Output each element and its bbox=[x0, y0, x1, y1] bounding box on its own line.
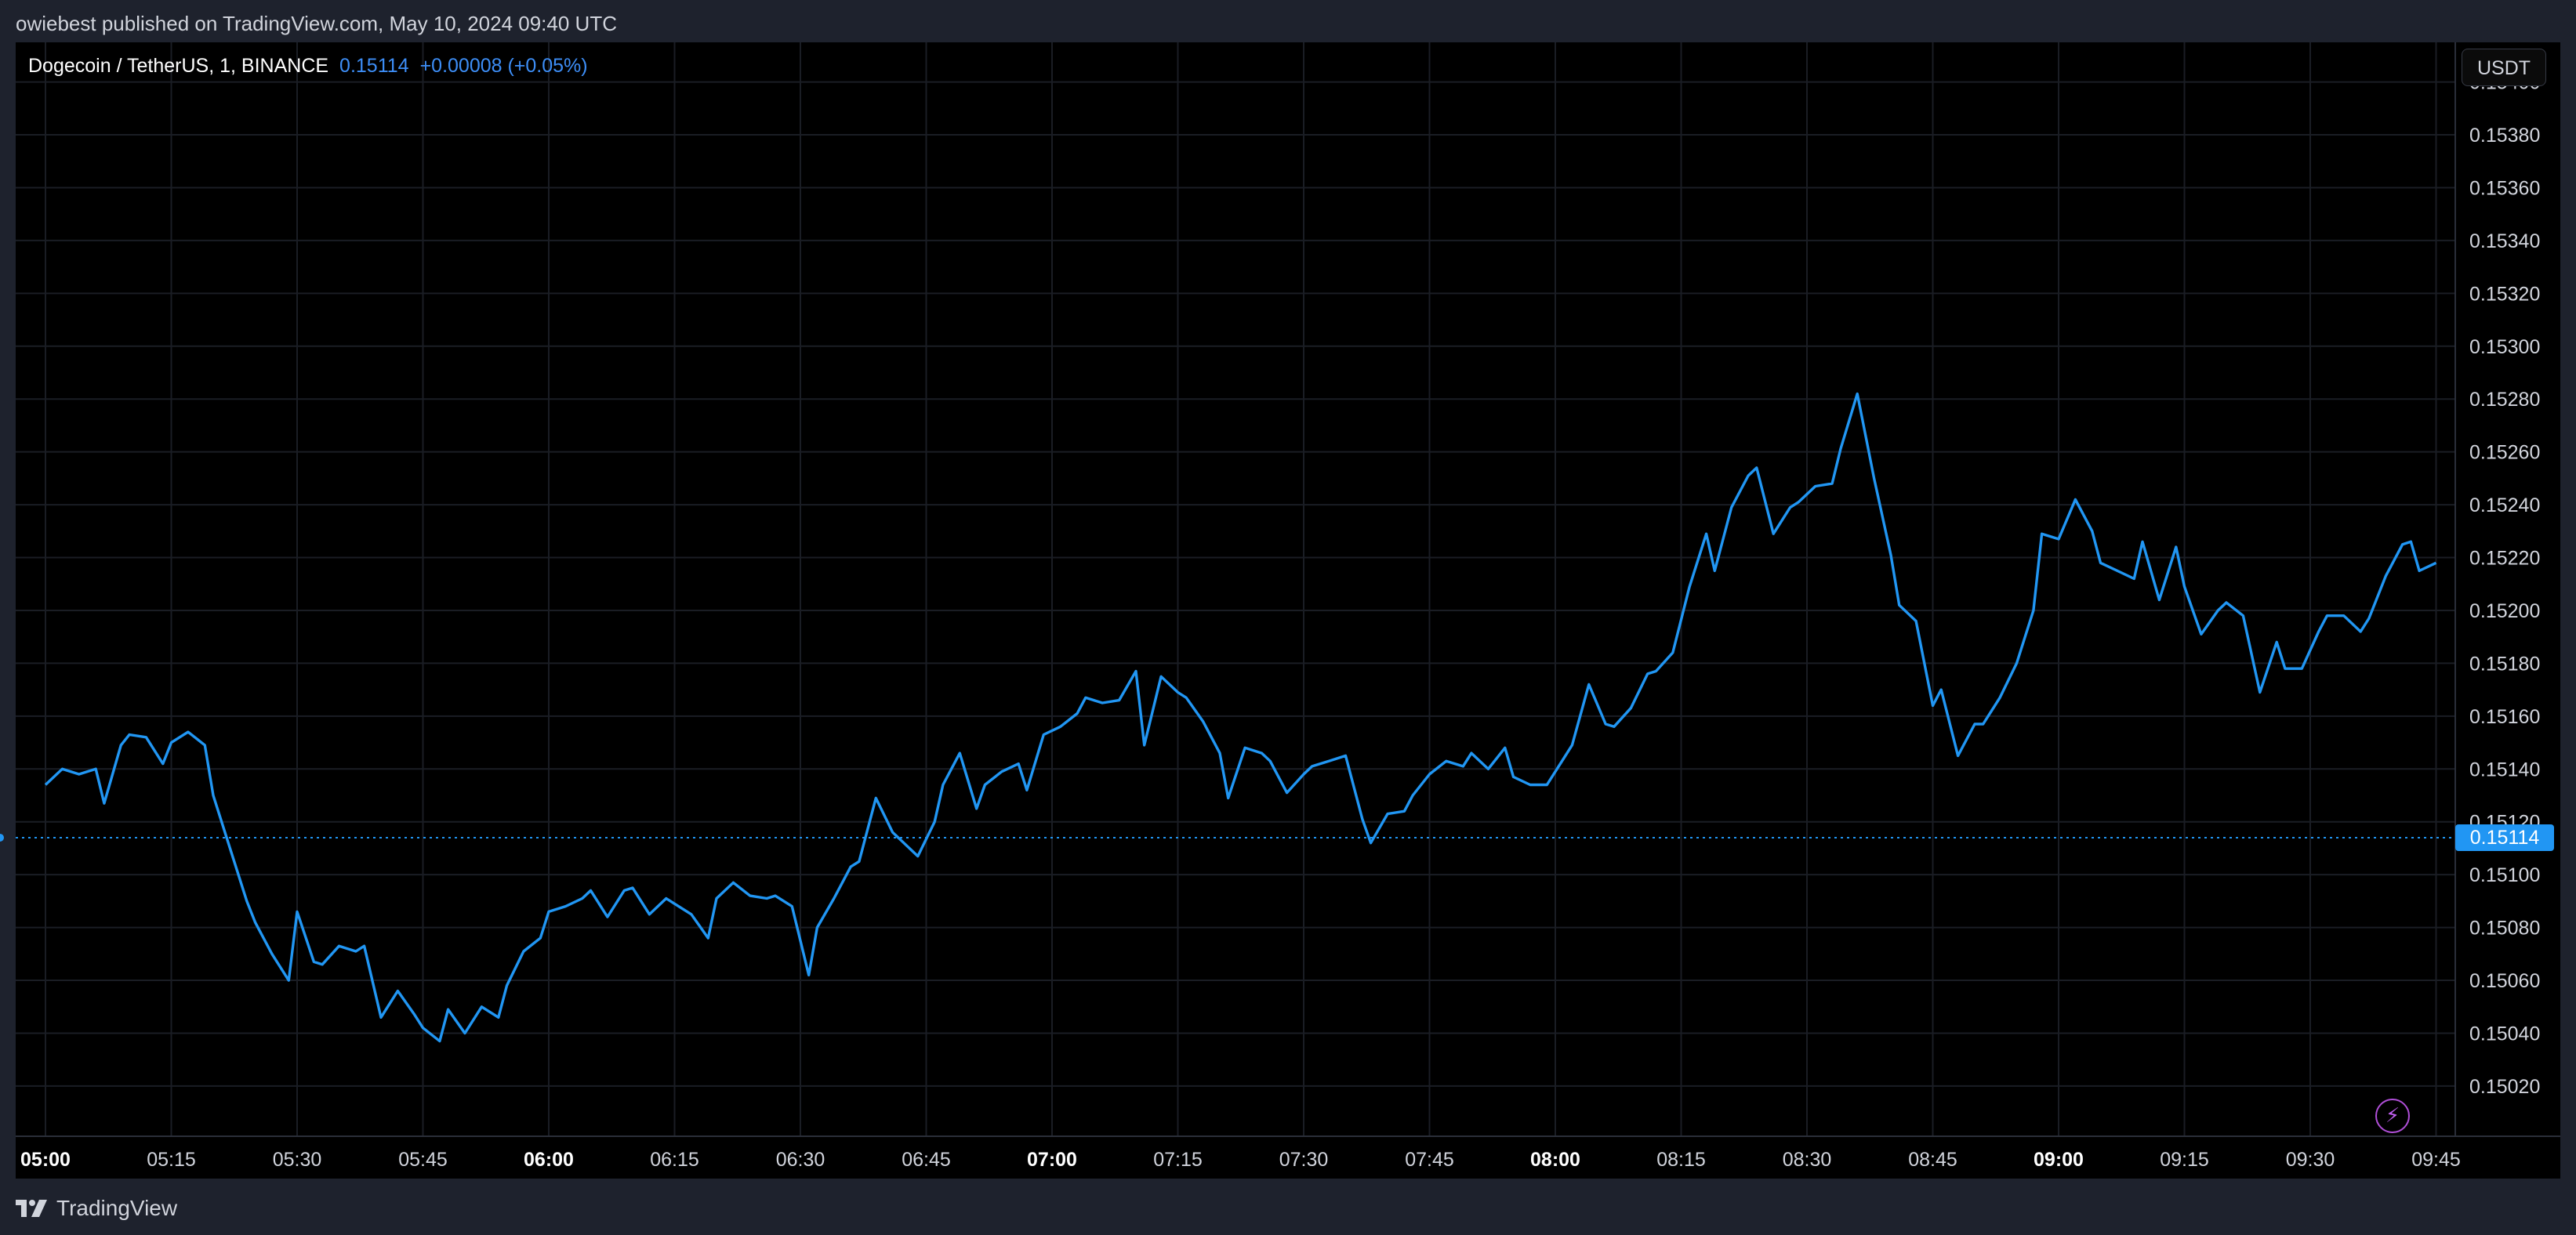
time-tick-label: 05:30 bbox=[273, 1149, 322, 1171]
last-price-label: 0.15114 bbox=[2455, 824, 2554, 851]
time-tick-label: 09:30 bbox=[2286, 1149, 2335, 1171]
price-tick-label: 0.15060 bbox=[2469, 970, 2540, 992]
price-tick-label: 0.15180 bbox=[2469, 653, 2540, 675]
footer-bar: TradingView bbox=[0, 1179, 2576, 1235]
price-chart[interactable]: 0.154000.153800.153600.153400.153200.153… bbox=[0, 0, 2576, 1235]
price-tick-label: 0.15260 bbox=[2469, 442, 2540, 464]
time-tick-label: 09:45 bbox=[2411, 1149, 2461, 1171]
time-tick-label: 08:15 bbox=[1656, 1149, 1706, 1171]
lightning-icon[interactable]: ⚡︎ bbox=[2375, 1099, 2410, 1133]
price-tick-label: 0.15140 bbox=[2469, 759, 2540, 780]
time-tick-label: 06:45 bbox=[902, 1149, 951, 1171]
time-tick-label: 05:15 bbox=[147, 1149, 196, 1171]
time-tick-label: 08:45 bbox=[1908, 1149, 1957, 1171]
price-tick-label: 0.15200 bbox=[2469, 600, 2540, 622]
price-tick-label: 0.15080 bbox=[2469, 918, 2540, 940]
price-tick-label: 0.15360 bbox=[2469, 177, 2540, 199]
time-tick-label: 05:45 bbox=[398, 1149, 448, 1171]
brand[interactable]: TradingView bbox=[16, 1196, 177, 1221]
time-tick-label: 06:15 bbox=[650, 1149, 699, 1171]
time-tick-label: 08:30 bbox=[1783, 1149, 1832, 1171]
last-price-dot bbox=[0, 833, 4, 842]
price-tick-label: 0.15240 bbox=[2469, 494, 2540, 516]
price-tick-label: 0.15380 bbox=[2469, 125, 2540, 147]
legend-price: 0.15114 bbox=[339, 55, 409, 77]
price-tick-label: 0.15040 bbox=[2469, 1023, 2540, 1045]
time-tick-label: 06:30 bbox=[776, 1149, 825, 1171]
time-tick-label: 08:00 bbox=[1530, 1149, 1580, 1171]
time-tick-label: 07:00 bbox=[1027, 1149, 1077, 1171]
time-tick-label: 05:00 bbox=[20, 1149, 71, 1171]
tradingview-logo-icon bbox=[16, 1200, 47, 1217]
brand-name: TradingView bbox=[56, 1196, 178, 1220]
symbol-title: Dogecoin / TetherUS, 1, BINANCE bbox=[28, 55, 329, 77]
symbol-legend[interactable]: Dogecoin / TetherUS, 1, BINANCE 0.15114 … bbox=[28, 55, 588, 78]
price-tick-label: 0.15300 bbox=[2469, 336, 2540, 358]
grid bbox=[16, 42, 2455, 1136]
price-tick-label: 0.15220 bbox=[2469, 548, 2540, 570]
time-tick-label: 09:00 bbox=[2034, 1149, 2084, 1171]
price-tick-label: 0.15280 bbox=[2469, 389, 2540, 411]
time-tick-label: 07:45 bbox=[1405, 1149, 1454, 1171]
price-tick-label: 0.15320 bbox=[2469, 283, 2540, 305]
time-tick-label: 06:00 bbox=[524, 1149, 574, 1171]
legend-change: +0.00008 (+0.05%) bbox=[419, 55, 588, 77]
price-tick-label: 0.15160 bbox=[2469, 706, 2540, 728]
price-scale-ticks: 0.154000.153800.153600.153400.153200.153… bbox=[2469, 72, 2540, 1098]
time-scale-ticks: 05:00 05:15 05:30 05:45 06:00 06:15 06:30 06:45… bbox=[20, 1149, 2461, 1171]
time-tick-label: 07:30 bbox=[1279, 1149, 1329, 1171]
price-series-line bbox=[44, 392, 2437, 1043]
price-tick-label: 0.15100 bbox=[2469, 864, 2540, 886]
price-tick-label: 0.15020 bbox=[2469, 1076, 2540, 1098]
time-tick-label: 09:15 bbox=[2160, 1149, 2209, 1171]
price-tick-label: 0.15340 bbox=[2469, 230, 2540, 252]
time-tick-label: 07:15 bbox=[1153, 1149, 1203, 1171]
currency-unit-button[interactable]: USDT bbox=[2462, 49, 2546, 86]
